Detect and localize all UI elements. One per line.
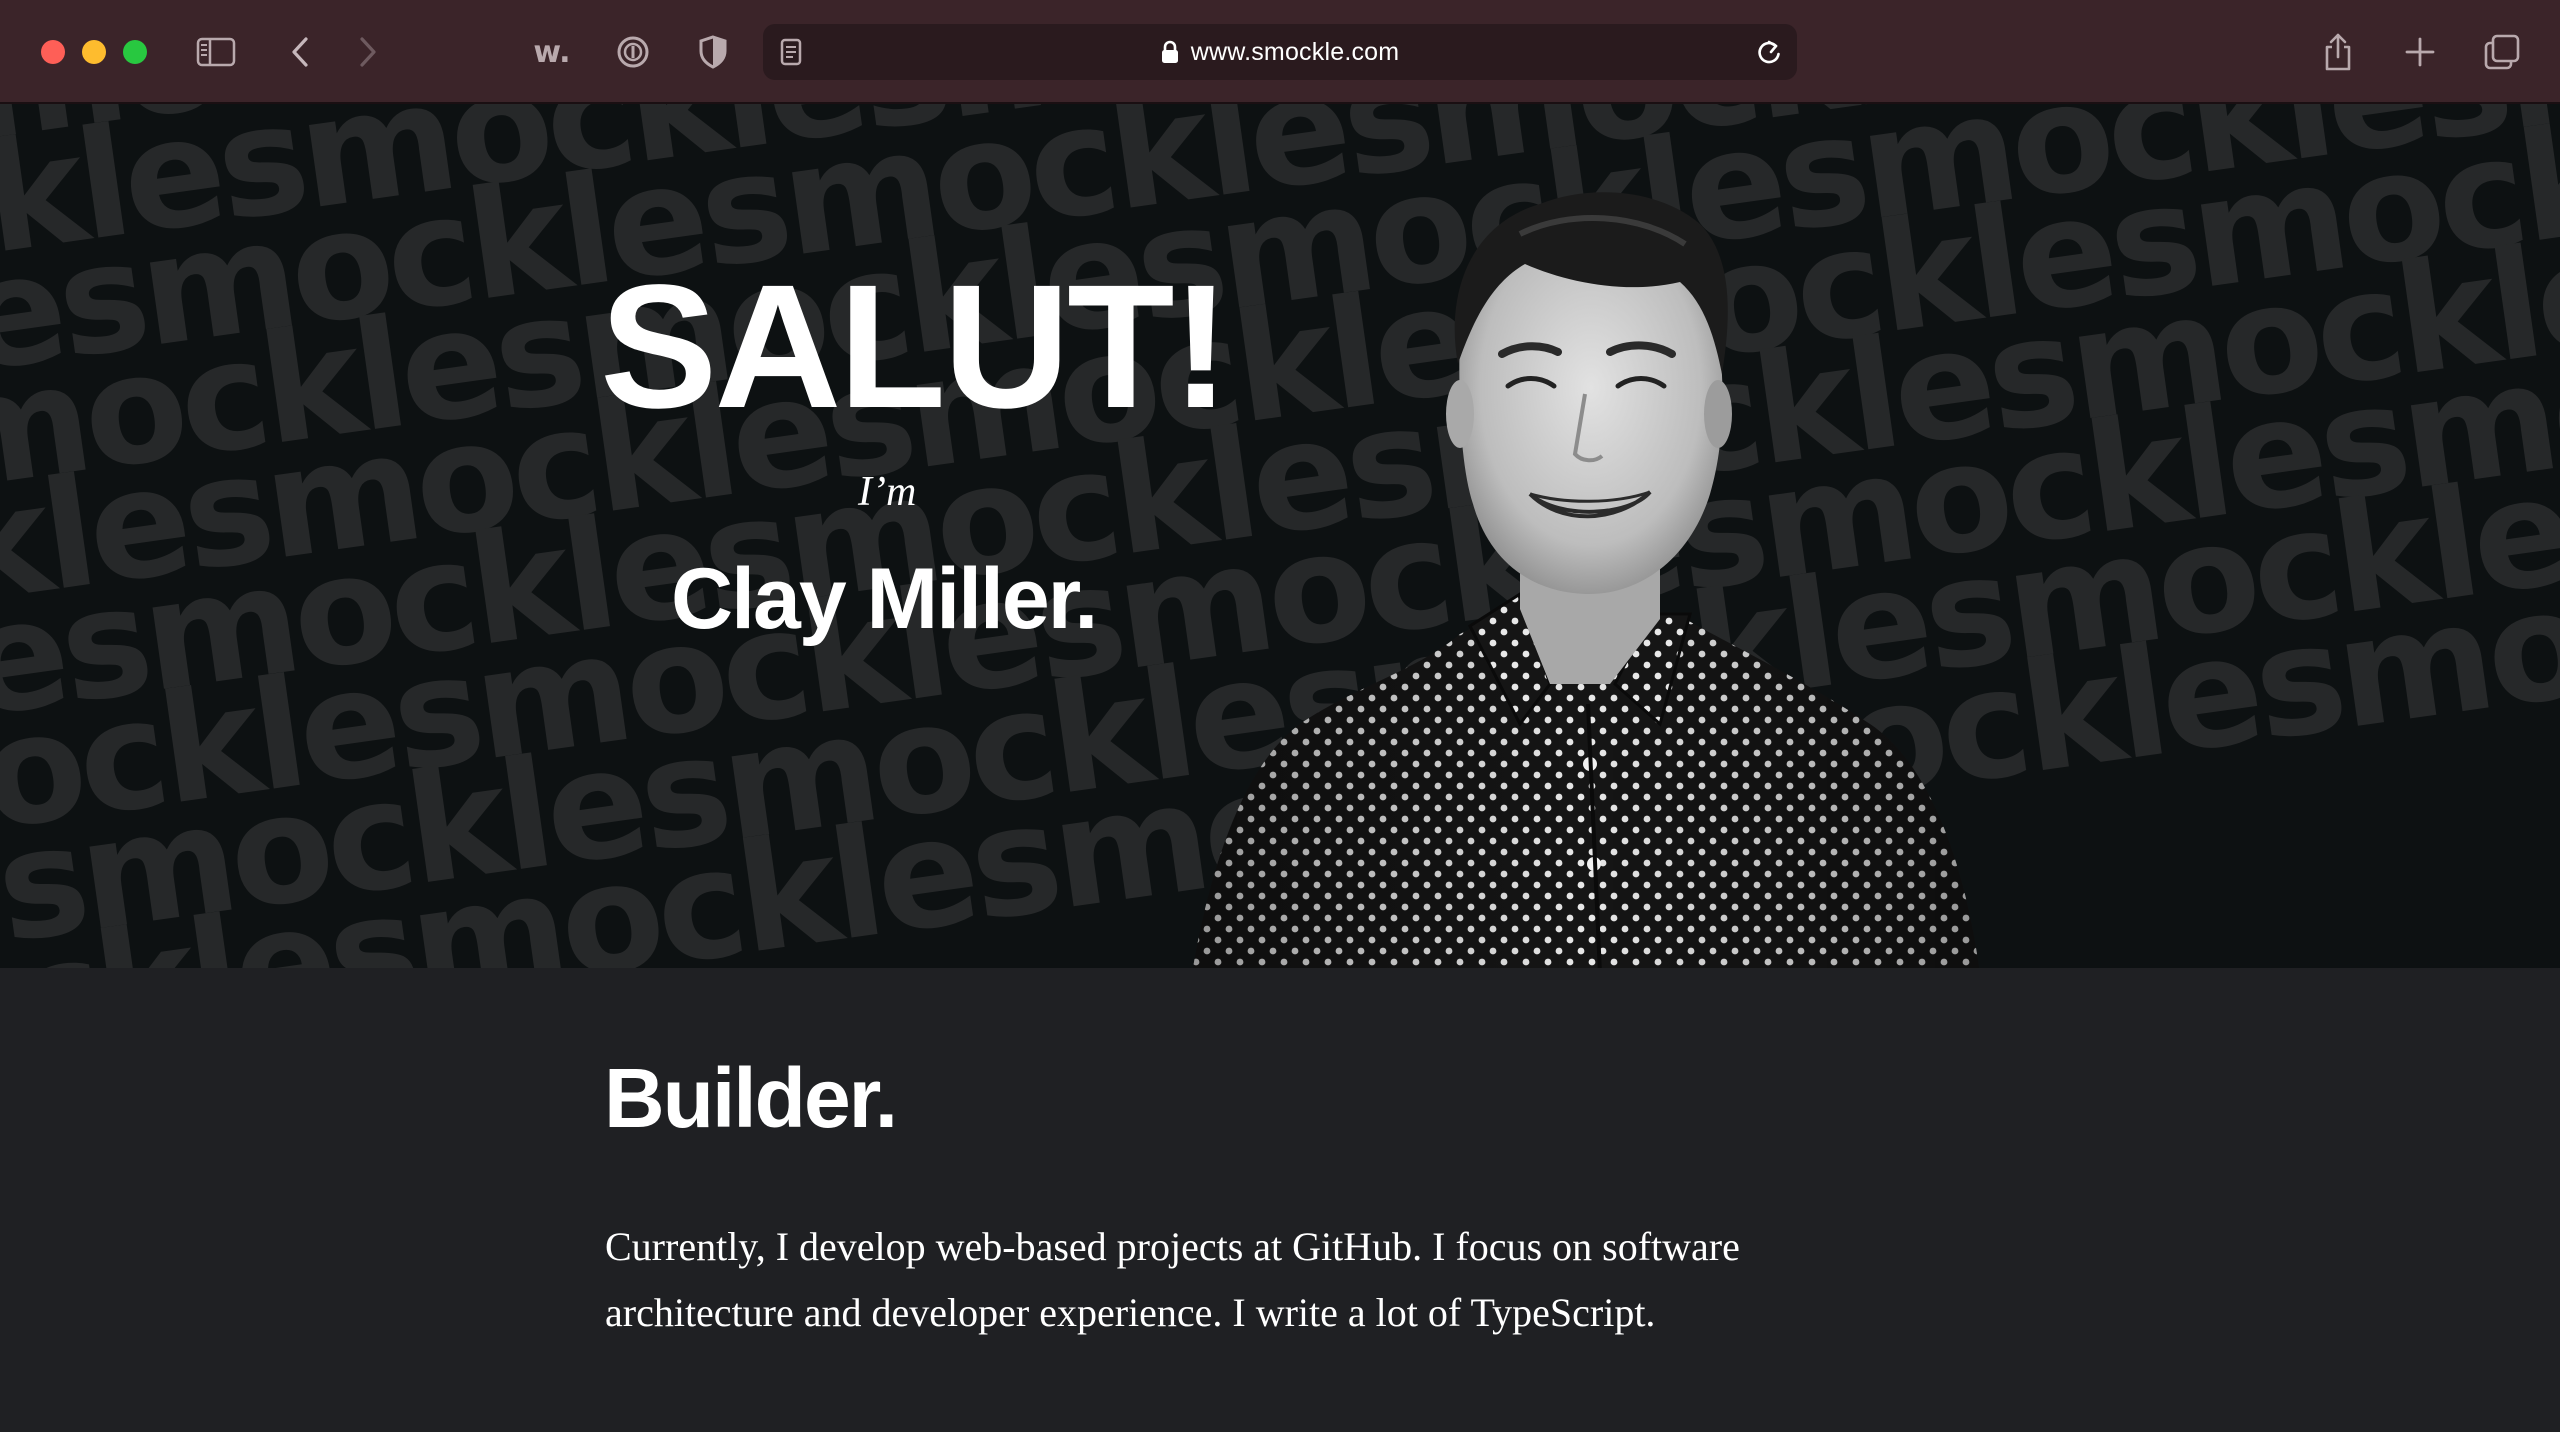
close-window-button[interactable] [41, 40, 65, 64]
about-section: Builder. Currently, I develop web-based … [0, 968, 2560, 1432]
extension-w-badge[interactable]: w. [530, 30, 574, 74]
share-icon[interactable] [2318, 30, 2358, 74]
sidebar-icon[interactable] [194, 30, 238, 74]
hero-section: smocklesmocklesmocklesmocklesmocklesmock… [0, 104, 2560, 968]
portrait-photo [1193, 192, 1980, 968]
minimize-window-button[interactable] [82, 40, 106, 64]
plus-icon[interactable] [2400, 30, 2440, 74]
lock-icon [1161, 40, 1179, 64]
address-bar[interactable]: www.smockle.com [763, 24, 1797, 80]
reload-icon[interactable] [1749, 30, 1789, 74]
section-heading: Builder. [604, 1051, 898, 1145]
url-text: www.smockle.com [1190, 37, 1400, 66]
tabs-overview-icon[interactable] [2482, 30, 2522, 74]
hero-greeting: SALUT! [600, 249, 1230, 445]
hero-intro: I’m [858, 469, 917, 515]
intro-paragraph: Currently, I develop web-based projects … [605, 1224, 1740, 1335]
shield-icon[interactable] [693, 30, 733, 74]
browser-toolbar: w. www.smockle.com [0, 0, 2560, 104]
url-display[interactable]: www.smockle.com [763, 24, 1797, 80]
chevron-right-icon[interactable] [350, 30, 386, 74]
password-icon[interactable] [611, 30, 655, 74]
chevron-left-icon[interactable] [282, 30, 318, 74]
hero-name: Clay Miller. [671, 551, 1098, 647]
zoom-window-button[interactable] [123, 40, 147, 64]
